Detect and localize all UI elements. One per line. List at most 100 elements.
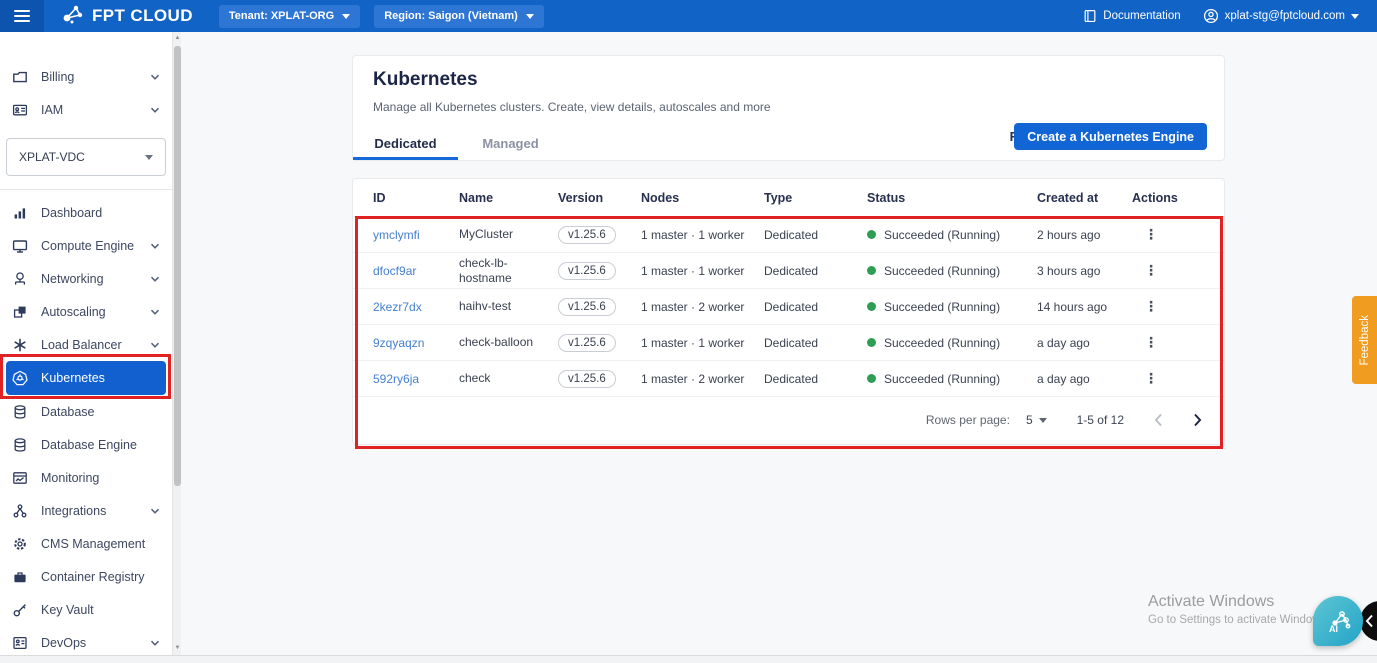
tab-dedicated[interactable]: Dedicated bbox=[353, 126, 458, 160]
col-header-name: Name bbox=[459, 191, 558, 205]
sidebar-item-label: Integrations bbox=[41, 504, 106, 518]
ai-assistant-bubble[interactable]: AI bbox=[1313, 596, 1363, 646]
cluster-type: Dedicated bbox=[764, 264, 867, 278]
load-balancer-icon bbox=[12, 337, 28, 353]
sidebar-divider bbox=[0, 189, 172, 190]
region-label: Region: Saigon (Vietnam) bbox=[384, 10, 518, 22]
sidebar-item-label: Database Engine bbox=[41, 438, 137, 452]
scroll-down-icon[interactable]: ▼ bbox=[174, 643, 181, 653]
status-text: Succeeded (Running) bbox=[884, 336, 1000, 350]
row-actions-kebab-icon[interactable]: ⋮ bbox=[1132, 370, 1158, 386]
row-actions-kebab-icon[interactable]: ⋮ bbox=[1132, 298, 1158, 314]
row-actions-kebab-icon[interactable]: ⋮ bbox=[1132, 262, 1158, 278]
sidebar-item-label: Container Registry bbox=[41, 570, 145, 584]
dashboard-icon bbox=[12, 205, 28, 221]
sidebar-item-container-registry[interactable]: Container Registry bbox=[0, 560, 172, 593]
cluster-id-link[interactable]: dfocf9ar bbox=[373, 264, 416, 278]
brand-logo[interactable]: FPT CLOUD bbox=[60, 3, 193, 30]
sidebar-item-label: CMS Management bbox=[41, 537, 145, 551]
chevron-down-icon bbox=[1039, 418, 1047, 423]
account-icon bbox=[1203, 8, 1219, 24]
version-chip: v1.25.6 bbox=[558, 334, 616, 352]
iam-icon bbox=[12, 102, 28, 118]
status-text: Succeeded (Running) bbox=[884, 264, 1000, 278]
version-chip: v1.25.6 bbox=[558, 370, 616, 388]
documentation-label: Documentation bbox=[1103, 10, 1180, 22]
chevron-down-icon bbox=[150, 241, 160, 251]
scrollbar-thumb[interactable] bbox=[174, 46, 181, 486]
rows-per-page-value: 5 bbox=[1026, 413, 1033, 427]
sidebar-item-key-vault[interactable]: Key Vault bbox=[0, 593, 172, 626]
sidebar-scrollbar[interactable]: ▲ ▼ bbox=[172, 32, 181, 663]
sidebar-item-networking[interactable]: Networking bbox=[0, 262, 172, 295]
previous-page-button[interactable] bbox=[1154, 413, 1163, 427]
rows-per-page-select[interactable]: 5 bbox=[1026, 413, 1047, 427]
sidebar-item-label: Billing bbox=[41, 70, 74, 84]
sidebar-item-database[interactable]: Database bbox=[0, 395, 172, 428]
col-header-version: Version bbox=[558, 191, 641, 205]
sidebar-item-database-engine[interactable]: Database Engine bbox=[0, 428, 172, 461]
sidebar-item-monitoring[interactable]: Monitoring bbox=[0, 461, 172, 494]
row-actions-kebab-icon[interactable]: ⋮ bbox=[1132, 334, 1158, 350]
cluster-name: MyCluster bbox=[459, 227, 558, 242]
tab-managed[interactable]: Managed bbox=[458, 126, 563, 160]
chevron-down-icon bbox=[342, 14, 350, 19]
next-page-button[interactable] bbox=[1193, 413, 1202, 427]
row-actions-kebab-icon[interactable]: ⋮ bbox=[1132, 226, 1158, 242]
molecule-logo-icon bbox=[60, 3, 86, 30]
created-at: a day ago bbox=[1037, 336, 1132, 350]
vdc-selector[interactable]: XPLAT-VDC bbox=[6, 138, 166, 176]
feedback-tab[interactable]: Feedback bbox=[1352, 296, 1377, 384]
vdc-selector-value: XPLAT-VDC bbox=[19, 150, 85, 164]
cluster-type: Dedicated bbox=[764, 372, 867, 386]
col-header-status: Status bbox=[867, 191, 1037, 205]
sidebar-item-dashboard[interactable]: Dashboard bbox=[0, 196, 172, 229]
sidebar-item-billing[interactable]: Billing bbox=[0, 60, 172, 93]
sidebar-item-cms-management[interactable]: CMS Management bbox=[0, 527, 172, 560]
cluster-nodes: 1 master · 2 worker bbox=[641, 372, 764, 386]
create-kubernetes-engine-button[interactable]: Create a Kubernetes Engine bbox=[1014, 123, 1207, 150]
chevron-down-icon bbox=[145, 155, 153, 160]
screen-bottom-strip bbox=[0, 655, 1377, 663]
pagination-range: 1-5 of 12 bbox=[1077, 413, 1124, 427]
monitoring-icon bbox=[12, 470, 28, 486]
billing-icon bbox=[12, 69, 28, 85]
chevron-down-icon bbox=[150, 72, 160, 82]
cluster-type: Dedicated bbox=[764, 228, 867, 242]
cluster-id-link[interactable]: 592ry6ja bbox=[373, 372, 419, 386]
cluster-nodes: 1 master · 1 worker bbox=[641, 264, 764, 278]
cluster-id-link[interactable]: 2kezr7dx bbox=[373, 300, 422, 314]
sidebar-item-integrations[interactable]: Integrations bbox=[0, 494, 172, 527]
sidebar-item-iam[interactable]: IAM bbox=[0, 93, 172, 126]
svg-text:AI: AI bbox=[1329, 624, 1338, 634]
top-bar: FPT CLOUD Tenant: XPLAT-ORG Region: Saig… bbox=[0, 0, 1377, 32]
tenant-label: Tenant: XPLAT-ORG bbox=[229, 10, 334, 22]
cms-management-icon bbox=[12, 536, 28, 552]
sidebar-item-autoscaling[interactable]: Autoscaling bbox=[0, 295, 172, 328]
region-selector[interactable]: Region: Saigon (Vietnam) bbox=[374, 5, 544, 28]
table-row: 9zqyaqzn check-balloon v1.25.6 1 master … bbox=[353, 325, 1224, 361]
sidebar-item-load-balancer[interactable]: Load Balancer bbox=[0, 328, 172, 361]
chevron-down-icon bbox=[150, 340, 160, 350]
key-vault-icon bbox=[12, 602, 28, 618]
table-row: dfocf9ar check-lb-hostname v1.25.6 1 mas… bbox=[353, 253, 1224, 289]
status-text: Succeeded (Running) bbox=[884, 372, 1000, 386]
col-header-id: ID bbox=[373, 191, 459, 205]
tenant-selector[interactable]: Tenant: XPLAT-ORG bbox=[219, 5, 360, 28]
autoscaling-icon bbox=[12, 304, 28, 320]
sidebar-item-label: IAM bbox=[41, 103, 63, 117]
database-engine-icon bbox=[12, 437, 28, 453]
cluster-name: check-lb-hostname bbox=[459, 256, 558, 286]
networking-icon bbox=[12, 271, 28, 287]
hamburger-menu-button[interactable] bbox=[0, 0, 44, 32]
rows-per-page-label: Rows per page: bbox=[926, 413, 1010, 427]
scroll-up-icon[interactable]: ▲ bbox=[174, 33, 181, 43]
sidebar-item-compute-engine[interactable]: Compute Engine bbox=[0, 229, 172, 262]
cluster-id-link[interactable]: 9zqyaqzn bbox=[373, 336, 424, 350]
cluster-id-link[interactable]: ymclymfi bbox=[373, 228, 420, 242]
documentation-link[interactable]: Documentation bbox=[1083, 9, 1180, 23]
watermark-line2: Go to Settings to activate Windows bbox=[1148, 614, 1326, 626]
account-menu[interactable]: xplat-stg@fptcloud.com bbox=[1203, 8, 1359, 24]
sidebar-item-kubernetes[interactable]: Kubernetes bbox=[6, 361, 166, 395]
integrations-icon bbox=[12, 503, 28, 519]
